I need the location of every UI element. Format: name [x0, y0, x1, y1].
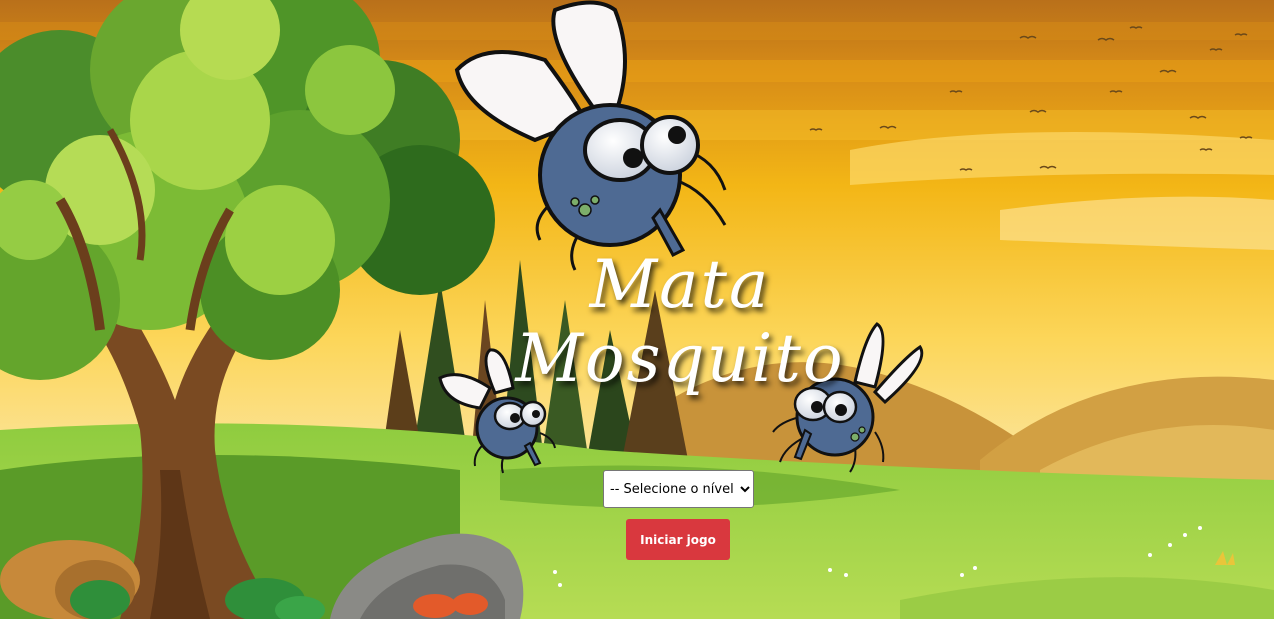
game-title-line2: Mosquito — [515, 320, 845, 397]
game-title: Mata Mosquito — [460, 248, 900, 396]
level-select[interactable]: -- Selecione o nível -- — [603, 470, 754, 508]
mosquito-large-icon[interactable] — [445, 0, 745, 280]
start-game-button[interactable]: Iniciar jogo — [626, 519, 730, 560]
game-title-line1: Mata — [589, 246, 771, 323]
